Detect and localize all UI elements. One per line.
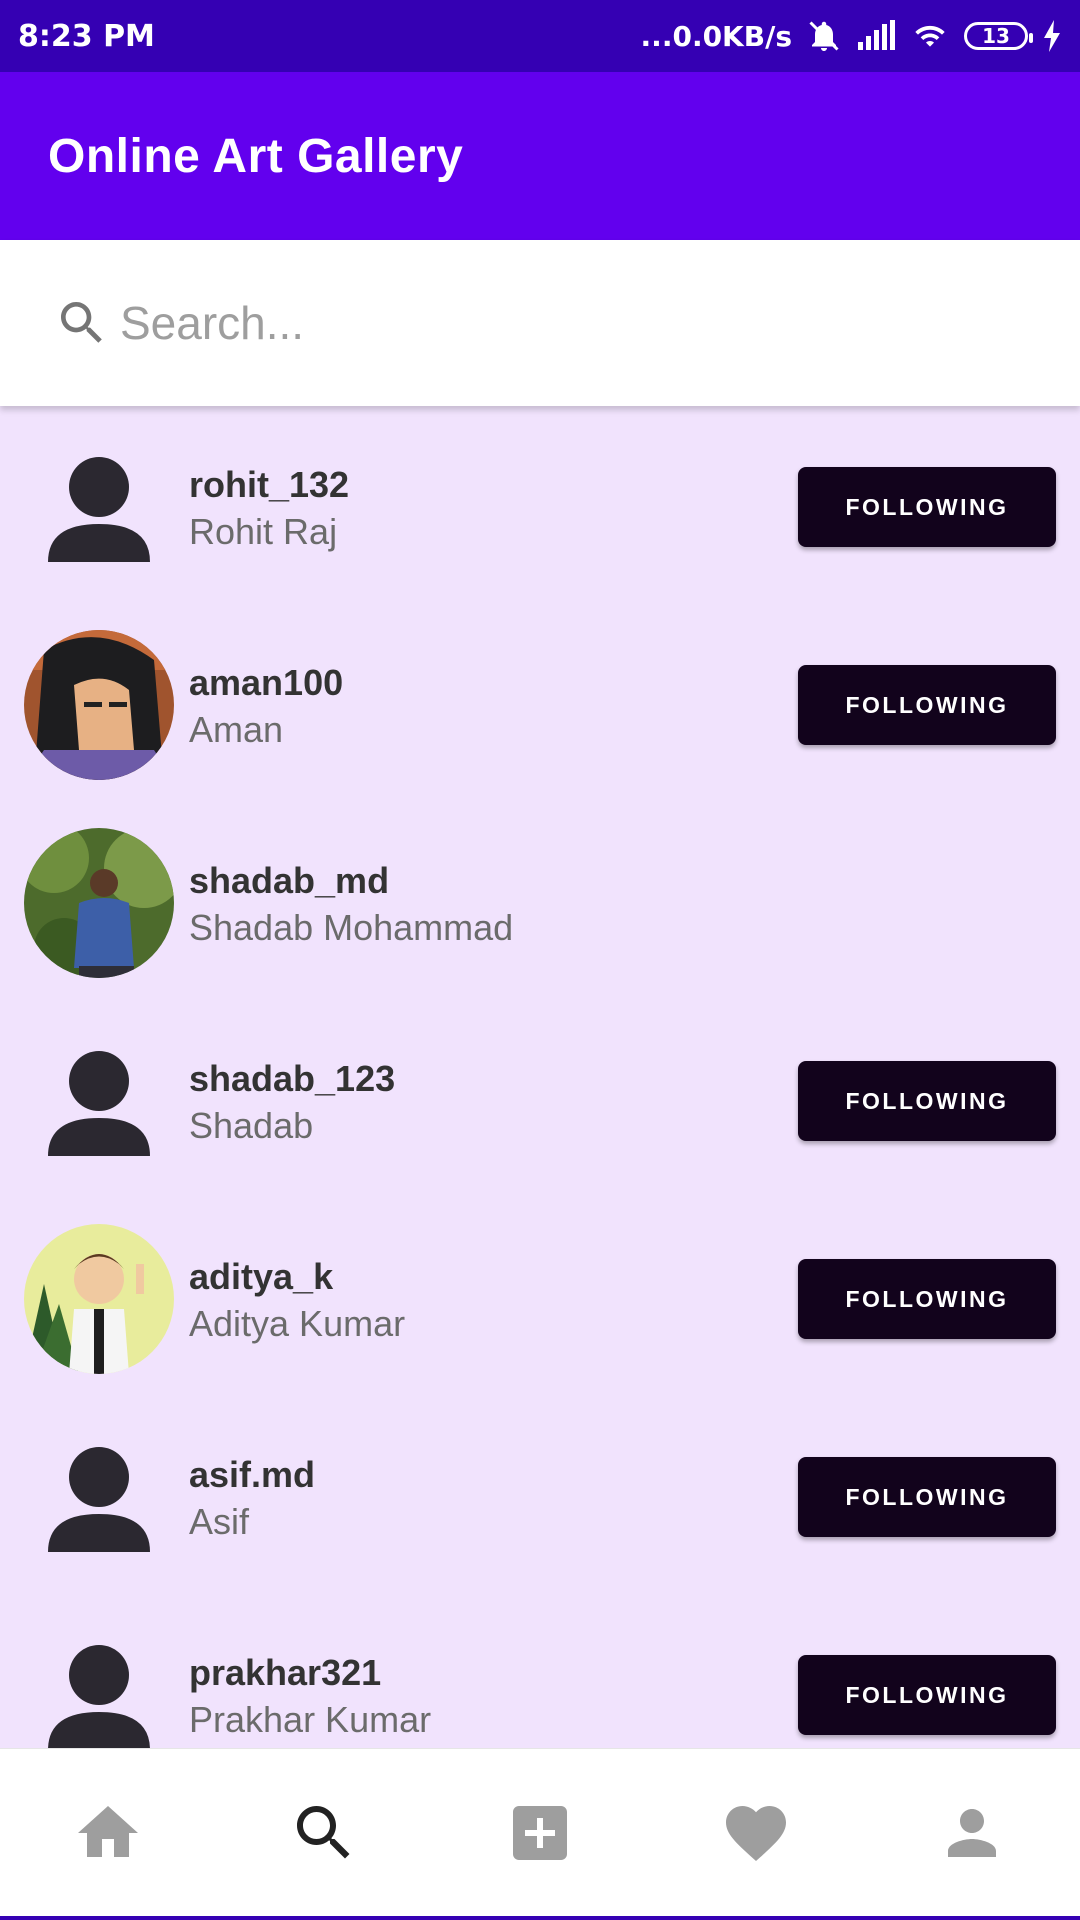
search-input[interactable]	[118, 295, 918, 351]
home-icon	[78, 1806, 138, 1857]
default-person-icon	[48, 1447, 150, 1552]
following-button[interactable]: FOLLOWING	[798, 665, 1056, 745]
user-row[interactable]: prakhar321 Prakhar Kumar FOLLOWING	[0, 1596, 1080, 1748]
cartoon-character-photo	[24, 630, 174, 780]
full-name: Shadab	[189, 1105, 314, 1146]
heart-icon	[726, 1806, 786, 1862]
status-time: 8:23 PM	[18, 18, 155, 54]
following-button[interactable]: FOLLOWING	[798, 1259, 1056, 1339]
avatar	[24, 1026, 174, 1176]
following-button[interactable]: FOLLOWING	[798, 467, 1056, 547]
nav-search[interactable]	[284, 1793, 364, 1873]
username: shadab_md	[189, 860, 390, 901]
full-name: Aditya Kumar	[189, 1303, 406, 1344]
app-bar: Online Art Gallery	[0, 72, 1080, 240]
signal-icon	[856, 20, 896, 52]
default-person-icon	[48, 1051, 150, 1156]
full-name: Shadab Mohammad	[189, 907, 514, 948]
full-name: Rohit Raj	[189, 511, 338, 552]
user-row[interactable]: shadab_123 Shadab FOLLOWING	[0, 1002, 1080, 1200]
full-name: Asif	[189, 1501, 250, 1542]
avatar	[24, 432, 174, 582]
avatar	[24, 1422, 174, 1572]
following-button[interactable]: FOLLOWING	[798, 1457, 1056, 1537]
username: rohit_132	[189, 464, 350, 505]
nav-home[interactable]	[68, 1793, 148, 1873]
network-speed: ...0.0KB/s	[640, 19, 792, 53]
search-icon	[61, 302, 102, 343]
page-title: Online Art Gallery	[48, 129, 464, 183]
wifi-icon	[910, 20, 950, 52]
username: prakhar321	[189, 1652, 382, 1693]
username: aditya_k	[189, 1256, 334, 1297]
full-name: Aman	[189, 709, 284, 750]
cartoon-boy-photo	[24, 1224, 174, 1374]
person-icon	[948, 1809, 996, 1857]
nav-add[interactable]	[500, 1793, 580, 1873]
mute-icon	[806, 18, 842, 54]
charging-icon	[1042, 20, 1062, 52]
default-person-icon	[48, 457, 150, 562]
default-person-icon	[48, 1645, 150, 1748]
status-icons: ...0.0KB/s 13	[641, 18, 1062, 54]
search-icon	[297, 1806, 350, 1859]
avatar	[24, 828, 174, 978]
following-button[interactable]: FOLLOWING	[798, 1061, 1056, 1141]
search-bar[interactable]	[0, 240, 1080, 406]
username: asif.md	[189, 1454, 316, 1495]
person-photo	[24, 828, 174, 978]
user-row[interactable]: aman100 Aman FOLLOWING	[0, 606, 1080, 804]
user-row[interactable]: aditya_k Aditya Kumar FOLLOWING	[0, 1200, 1080, 1398]
username: aman100	[189, 662, 344, 703]
user-row[interactable]: shadab_md Shadab Mohammad	[0, 804, 1080, 1002]
full-name: Prakhar Kumar	[189, 1699, 432, 1740]
bottom-navigation	[0, 1748, 1080, 1920]
nav-favorites[interactable]	[716, 1793, 796, 1873]
user-row[interactable]: rohit_132 Rohit Raj FOLLOWING	[0, 408, 1080, 606]
avatar	[24, 1620, 174, 1748]
user-list[interactable]: rohit_132 Rohit Raj FOLLOWING aman100 Am…	[0, 408, 1080, 1748]
nav-profile[interactable]	[932, 1793, 1012, 1873]
status-bar: 8:23 PM ...0.0KB/s 13	[0, 0, 1080, 72]
battery-icon: 13	[964, 22, 1033, 50]
avatar	[24, 630, 174, 780]
user-row[interactable]: asif.md Asif FOLLOWING	[0, 1398, 1080, 1596]
avatar	[24, 1224, 174, 1374]
following-button[interactable]: FOLLOWING	[798, 1655, 1056, 1735]
username: shadab_123	[189, 1058, 396, 1099]
add-box-icon	[513, 1806, 567, 1860]
